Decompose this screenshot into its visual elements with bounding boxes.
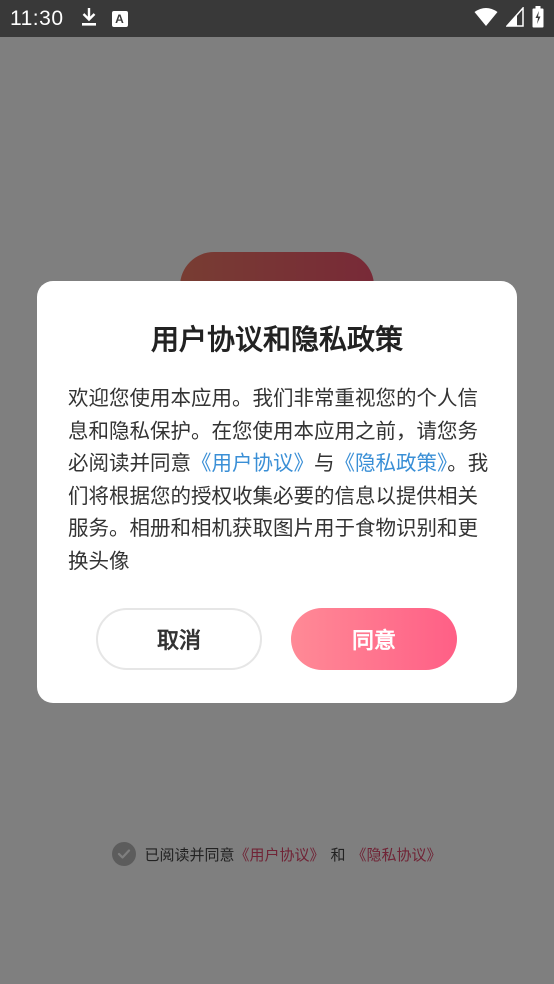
dialog-body: 欢迎您使用本应用。我们非常重视您的个人信息和隐私保护。在您使用本应用之前，请您务… bbox=[68, 382, 490, 577]
agree-button[interactable]: 同意 bbox=[291, 608, 457, 670]
download-icon bbox=[80, 7, 98, 31]
screen: 已阅读并同意 《用户协议》 和 《隐私协议》 11:30 A bbox=[0, 0, 554, 984]
status-time: 11:30 bbox=[10, 6, 64, 30]
a-icon: A bbox=[111, 10, 128, 27]
wifi-icon bbox=[474, 7, 498, 31]
status-bar: 11:30 A bbox=[0, 0, 554, 37]
dialog-body-text: 与 bbox=[314, 451, 335, 475]
user-agreement-link[interactable]: 《用户协议》 bbox=[191, 451, 314, 475]
dialog-title: 用户协议和隐私政策 bbox=[150, 323, 403, 356]
cancel-button[interactable]: 取消 bbox=[96, 608, 262, 670]
signal-icon bbox=[505, 5, 524, 31]
battery-charging-icon bbox=[532, 5, 544, 32]
privacy-policy-link[interactable]: 《隐私政策》 bbox=[335, 451, 448, 475]
